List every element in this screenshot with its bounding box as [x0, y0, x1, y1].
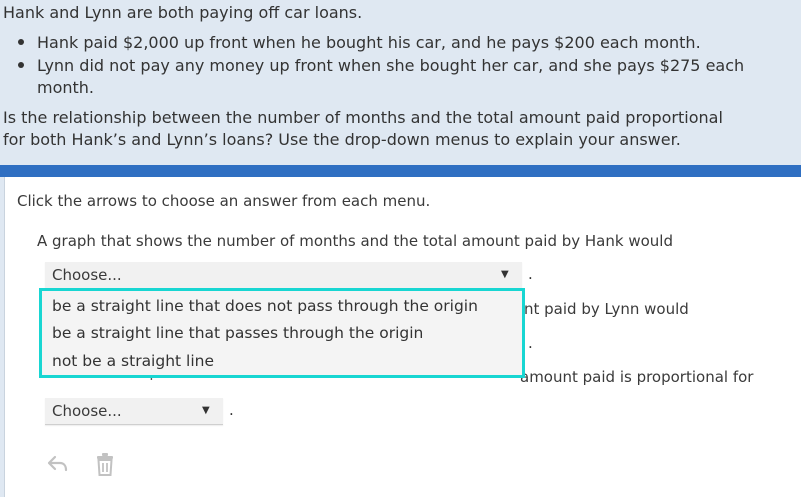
- select-value: Choose...: [52, 266, 122, 284]
- hank-graph-select[interactable]: Choose... ▼: [45, 262, 522, 289]
- period: .: [229, 401, 234, 419]
- bullet-lynn: Lynn did not pay any money up front when…: [37, 56, 745, 75]
- question-text-line1: Is the relationship between the number o…: [3, 108, 723, 127]
- bullet-lynn-continued: month.: [37, 78, 95, 97]
- dropdown-option[interactable]: not be a straight line: [52, 350, 214, 372]
- item2-text-tail: nt paid by Lynn would: [524, 300, 689, 318]
- bullet-dot: [18, 39, 24, 45]
- dropdown-option[interactable]: be a straight line that passes through t…: [52, 322, 423, 344]
- divider-bar: [0, 165, 801, 177]
- dropdown-option[interactable]: be a straight line that does not pass th…: [52, 295, 478, 317]
- dropdown-arrow-icon[interactable]: ▼: [202, 398, 210, 424]
- period: .: [528, 265, 533, 283]
- proportional-select[interactable]: Choose... ▼: [45, 398, 223, 425]
- trash-icon[interactable]: [94, 451, 116, 477]
- instruction-text: Click the arrows to choose an answer fro…: [17, 192, 431, 210]
- item1-text: A graph that shows the number of months …: [37, 232, 673, 250]
- dropdown-arrow-icon[interactable]: ▼: [501, 262, 509, 288]
- undo-icon[interactable]: [47, 454, 69, 474]
- question-text-line2: for both Hank’s and Lynn’s loans? Use th…: [3, 130, 681, 149]
- dropdown-menu: be a straight line that does not pass th…: [39, 288, 525, 378]
- bullet-dot: [18, 62, 24, 68]
- prompt-intro: Hank and Lynn are both paying off car lo…: [3, 3, 363, 22]
- question-prompt: Hank and Lynn are both paying off car lo…: [0, 0, 801, 165]
- period: .: [528, 334, 533, 352]
- select-value: Choose...: [52, 402, 122, 420]
- item3-text-tail: amount paid is proportional for: [520, 368, 754, 386]
- bullet-hank: Hank paid $2,000 up front when he bought…: [37, 33, 701, 52]
